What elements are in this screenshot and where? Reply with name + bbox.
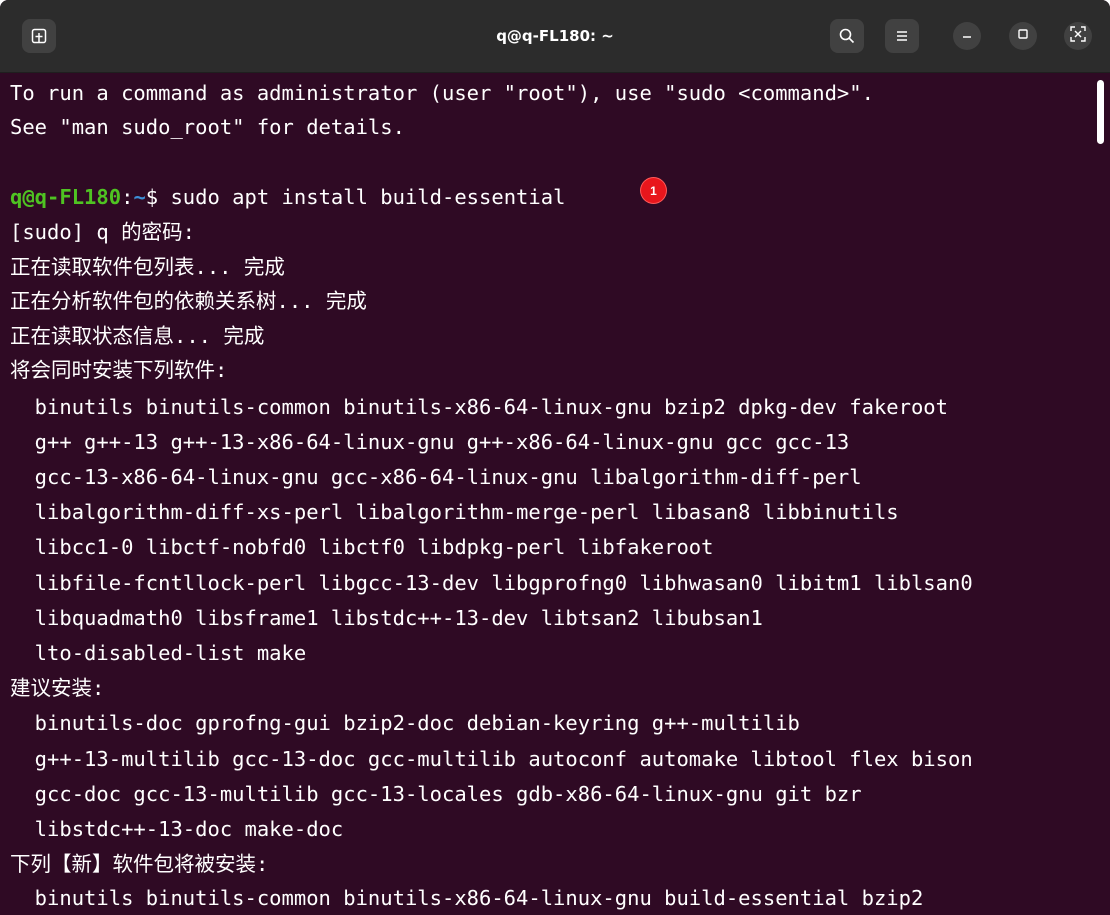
terminal-line: [sudo] q 的密码: (10, 220, 195, 244)
terminal-line: libfile-fcntllock-perl libgcc-13-dev lib… (10, 571, 973, 595)
scrollbar-thumb[interactable] (1097, 80, 1104, 144)
close-icon (1068, 24, 1088, 49)
terminal-output[interactable]: To run a command as administrator (user … (0, 73, 1094, 915)
annotation-badge: 1 (641, 178, 666, 203)
terminal-line: g++-13-multilib gcc-13-doc gcc-multilib … (10, 747, 973, 771)
terminal-line: binutils-doc gprofng-gui bzip2-doc debia… (10, 711, 800, 735)
close-button[interactable] (1064, 22, 1092, 50)
search-icon (838, 27, 856, 45)
terminal-line: libquadmath0 libsframe1 libstdc++-13-dev… (10, 606, 763, 630)
terminal-line: binutils binutils-common binutils-x86-64… (10, 395, 948, 419)
prompt-user-host: q@q-FL180 (10, 185, 122, 209)
minimize-icon (960, 27, 974, 46)
minimize-button[interactable] (953, 22, 981, 50)
new-tab-button[interactable] (22, 19, 56, 53)
prompt-line: q@q-FL180:~$ sudo apt install build-esse… (10, 180, 565, 214)
terminal-line: gcc-doc gcc-13-multilib gcc-13-locales g… (10, 782, 862, 806)
terminal-line: 正在分析软件包的依赖关系树... 完成 (10, 289, 367, 313)
menu-button[interactable] (885, 19, 919, 53)
hamburger-menu-icon (893, 27, 911, 45)
terminal-line: binutils binutils-common binutils-x86-64… (10, 886, 924, 910)
terminal-line: lto-disabled-list make (10, 641, 307, 665)
terminal-line: 正在读取状态信息... 完成 (10, 324, 265, 348)
maximize-icon (1016, 27, 1030, 46)
terminal-line: 正在读取软件包列表... 完成 (10, 255, 285, 279)
terminal-line: See "man sudo_root" for details. (10, 115, 405, 139)
terminal-line: 下列【新】软件包将被安装: (10, 852, 269, 876)
terminal-line: To run a command as administrator (user … (10, 81, 874, 105)
terminal-line: 建议安装: (10, 676, 105, 700)
prompt-separator: : (121, 185, 134, 209)
terminal-line: libstdc++-13-doc make-doc (10, 817, 344, 841)
terminal-window: q@q-FL180: ~ To run a command as adminis… (0, 0, 1110, 915)
terminal-line: g++ g++-13 g++-13-x86-64-linux-gnu g++-x… (10, 430, 850, 454)
terminal-line: libcc1-0 libctf-nobfd0 libctf0 libdpkg-p… (10, 535, 714, 559)
terminal-line: libalgorithm-diff-xs-perl libalgorithm-m… (10, 500, 899, 524)
window-title: q@q-FL180: ~ (496, 27, 614, 45)
prompt-path: ~ (133, 185, 146, 209)
new-tab-icon (30, 27, 48, 45)
terminal-line: 将会同时安装下列软件: (10, 358, 228, 382)
title-bar[interactable]: q@q-FL180: ~ (0, 0, 1110, 73)
terminal-line: gcc-13-x86-64-linux-gnu gcc-x86-64-linux… (10, 465, 862, 489)
maximize-button[interactable] (1009, 22, 1037, 50)
search-button[interactable] (830, 19, 864, 53)
prompt-symbol: $ (145, 185, 171, 209)
prompt-command: sudo apt install build-essential (170, 185, 566, 209)
